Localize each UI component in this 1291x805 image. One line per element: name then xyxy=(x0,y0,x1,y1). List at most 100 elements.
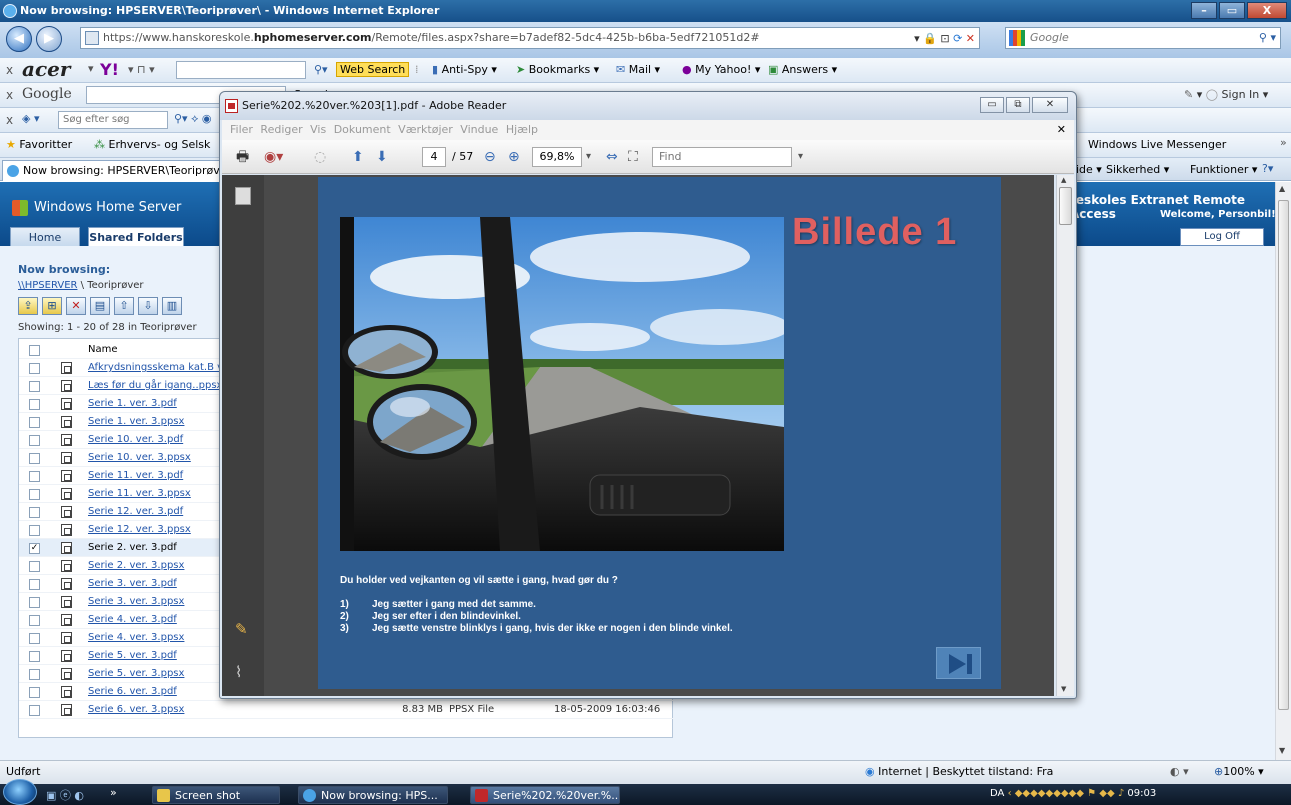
file-name-link[interactable]: Serie 11. ver. 3.pdf xyxy=(88,467,183,485)
file-name-link[interactable]: Serie 3. ver. 3.pdf xyxy=(88,575,177,593)
task-now-browsing[interactable]: Now browsing: HPS... xyxy=(298,786,448,804)
close-toolbar-icon[interactable]: x xyxy=(6,113,13,127)
scroll-up-icon[interactable]: ▲ xyxy=(1061,176,1066,184)
upload-button[interactable]: ⇪ xyxy=(18,297,38,315)
move-up-button[interactable]: ⇧ xyxy=(114,297,134,315)
toolbar-logo-icon[interactable]: ◈ ▾ xyxy=(22,112,39,125)
table-row[interactable]: Serie 6. ver. 3.ppsx 8.83 MB PPSX File 18-0… xyxy=(19,701,674,719)
dropdown-icon[interactable]: ▾ xyxy=(914,32,920,45)
close-toolbar-icon[interactable]: x xyxy=(6,63,13,77)
reader-close-button[interactable]: ✕ xyxy=(1032,97,1068,113)
share-icon[interactable]: ◉▾ xyxy=(264,147,283,167)
row-checkbox[interactable] xyxy=(29,615,40,626)
start-button[interactable] xyxy=(3,779,37,805)
row-checkbox[interactable]: ✓ xyxy=(29,543,40,554)
clock[interactable]: 09:03 xyxy=(1127,788,1156,799)
favorite-item-erhvervs[interactable]: ⁂ Erhvervs- og Selsk xyxy=(94,138,210,151)
zoom-dropdown-icon[interactable]: ▾ xyxy=(586,147,591,167)
comments-panel-icon[interactable]: ✎ xyxy=(235,620,251,638)
move-down-button[interactable]: ⇩ xyxy=(138,297,158,315)
maximize-button[interactable]: ▭ xyxy=(1219,2,1245,19)
search-icon[interactable]: ⚲▾ ⟡ ◉ xyxy=(174,112,211,126)
third-search-field[interactable]: Søg efter søg xyxy=(58,111,168,129)
row-checkbox[interactable] xyxy=(29,435,40,446)
new-folder-button[interactable]: ⊞ xyxy=(42,297,62,315)
file-name-link[interactable]: Serie 3. ver. 3.ppsx xyxy=(88,593,184,611)
tools-menu[interactable]: Funktioner ▾ xyxy=(1190,163,1257,176)
yahoo-logo[interactable]: Y! xyxy=(100,60,119,79)
file-name-link[interactable]: Serie 6. ver. 3.ppsx xyxy=(88,701,184,719)
tab-now-browsing[interactable]: Now browsing: HPSERVER\Teoriprøver\ xyxy=(2,160,222,181)
search-input[interactable]: Google ⚲ ▾ xyxy=(1005,27,1281,49)
row-checkbox[interactable] xyxy=(29,705,40,716)
search-icon[interactable]: ⚲ ▾ xyxy=(1259,28,1276,48)
zoom-input[interactable]: 69,8% xyxy=(532,147,582,167)
row-checkbox[interactable] xyxy=(29,579,40,590)
lock-icon[interactable]: 🔒 xyxy=(923,32,937,45)
row-checkbox[interactable] xyxy=(29,489,40,500)
mail-button[interactable]: ✉ Mail ▾ xyxy=(616,63,660,76)
search-icon[interactable]: ⚲▾ xyxy=(314,63,328,76)
file-name-link[interactable]: Serie 6. ver. 3.pdf xyxy=(88,683,177,701)
anti-spy-button[interactable]: ▮ Anti-Spy ▾ xyxy=(432,63,497,76)
row-checkbox[interactable] xyxy=(29,525,40,536)
pages-panel-icon[interactable] xyxy=(235,187,251,205)
yahoo-search-field[interactable] xyxy=(176,61,306,79)
zone-settings-icon[interactable]: ◐ ▾ xyxy=(1170,761,1189,783)
reader-minimize-button[interactable]: ▭ xyxy=(980,97,1004,113)
page-scrollbar[interactable]: ▲ ▼ xyxy=(1275,182,1291,760)
find-dropdown-icon[interactable]: ▾ xyxy=(798,147,803,167)
scroll-up-icon[interactable]: ▲ xyxy=(1279,184,1285,193)
row-checkbox[interactable] xyxy=(29,471,40,482)
log-off-button[interactable]: Log Off xyxy=(1180,228,1264,246)
tab-shared-folders[interactable]: Shared Folders xyxy=(88,227,184,248)
row-checkbox[interactable] xyxy=(29,633,40,644)
row-checkbox[interactable] xyxy=(29,651,40,662)
file-name-link[interactable]: Serie 10. ver. 3.pdf xyxy=(88,431,183,449)
row-checkbox[interactable] xyxy=(29,669,40,680)
safety-menu[interactable]: Sikkerhed ▾ xyxy=(1106,163,1169,176)
print-icon[interactable]: 🖶 xyxy=(236,147,249,167)
quicklaunch-chevron[interactable]: » xyxy=(110,786,117,799)
address-bar[interactable]: https://www.hanskoreskole.hphomeserver.c… xyxy=(80,27,980,49)
sign-in-button[interactable]: ✎ ▾ ◯ Sign In ▾ xyxy=(1184,88,1268,101)
quicklaunch-icons[interactable]: ▣ ⓔ ◐ xyxy=(46,787,84,803)
file-name-link[interactable]: Serie 2. ver. 3.pdf xyxy=(88,539,177,557)
previous-page-icon[interactable]: ⬆ xyxy=(352,147,364,167)
answers-button[interactable]: ▣ Answers ▾ xyxy=(768,63,837,76)
row-checkbox[interactable] xyxy=(29,687,40,698)
fit-width-icon[interactable]: ⇔ xyxy=(606,147,618,167)
help-menu[interactable]: ?▾ xyxy=(1262,162,1273,175)
reader-scroll-thumb[interactable] xyxy=(1059,187,1072,225)
close-document-icon[interactable]: ✕ xyxy=(1057,120,1066,140)
find-input[interactable]: Find xyxy=(652,147,792,167)
chevron-right-icon[interactable]: » xyxy=(1280,136,1287,149)
next-slide-icon[interactable] xyxy=(936,647,981,679)
file-name-link[interactable]: Serie 5. ver. 3.ppsx xyxy=(88,665,184,683)
select-all-checkbox[interactable] xyxy=(29,345,40,356)
refresh-icon[interactable]: ⟳ xyxy=(953,32,962,45)
file-name-link[interactable]: Serie 1. ver. 3.pdf xyxy=(88,395,177,413)
language-indicator[interactable]: DA xyxy=(990,788,1004,799)
page-scroll-thumb[interactable] xyxy=(1278,200,1289,710)
favorite-item-messenger[interactable]: Windows Live Messenger xyxy=(1088,138,1226,151)
delete-button[interactable]: ✕ xyxy=(66,297,86,315)
fit-page-icon[interactable]: ⛶ xyxy=(628,147,638,167)
bookmarks-button[interactable]: ➤ Bookmarks ▾ xyxy=(516,63,599,76)
page-number-input[interactable]: 4 xyxy=(422,147,446,167)
file-name-link[interactable]: Serie 11. ver. 3.ppsx xyxy=(88,485,191,503)
row-checkbox[interactable] xyxy=(29,417,40,428)
row-checkbox[interactable] xyxy=(29,597,40,608)
file-name-link[interactable]: Serie 4. ver. 3.pdf xyxy=(88,611,177,629)
row-checkbox[interactable] xyxy=(29,399,40,410)
file-name-link[interactable]: Serie 5. ver. 3.pdf xyxy=(88,647,177,665)
web-search-button[interactable]: Web Search xyxy=(336,62,410,77)
next-page-icon[interactable]: ⬇ xyxy=(376,147,388,167)
reader-restore-button[interactable]: ⧉ xyxy=(1006,97,1030,113)
pencil-icon[interactable]: ▾ ⊓ ▾ xyxy=(128,63,155,76)
favorites-button[interactable]: ★ Favoritter xyxy=(6,138,72,151)
scroll-down-icon[interactable]: ▼ xyxy=(1279,746,1285,755)
column-name[interactable]: Name xyxy=(88,341,118,359)
zoom-in-icon[interactable]: ⊕ xyxy=(508,147,520,167)
file-name-link[interactable]: Serie 4. ver. 3.ppsx xyxy=(88,629,184,647)
